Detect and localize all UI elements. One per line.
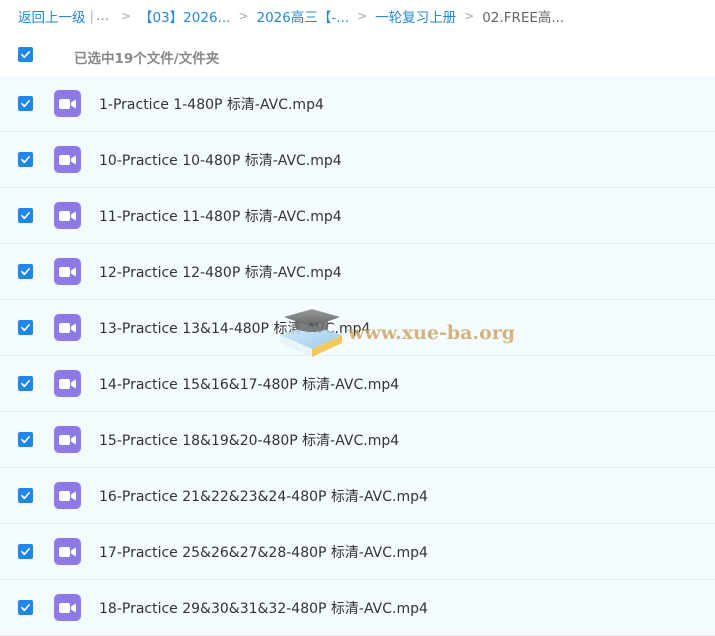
file-name[interactable]: 15-Practice 18&19&20-480P 标清-AVC.mp4 <box>99 430 399 450</box>
breadcrumb-separator: > <box>357 9 368 23</box>
check-icon <box>21 212 30 220</box>
file-checkbox[interactable] <box>18 376 33 391</box>
check-icon <box>21 436 30 444</box>
video-file-icon <box>54 90 81 117</box>
check-icon <box>21 548 30 556</box>
file-row[interactable]: 12-Practice 12-480P 标清-AVC.mp4 <box>0 244 715 300</box>
file-row[interactable]: 13-Practice 13&14-480P 标清-AVC.mp4 <box>0 300 715 356</box>
selection-count: 已选中19个文件/文件夹 <box>74 51 220 67</box>
file-name[interactable]: 1-Practice 1-480P 标清-AVC.mp4 <box>99 94 324 114</box>
breadcrumb-separator: > <box>120 9 131 23</box>
video-file-icon <box>54 370 81 397</box>
selection-header: 已选中19个文件/文件夹 <box>0 36 715 76</box>
file-checkbox[interactable] <box>18 264 33 279</box>
file-name[interactable]: 12-Practice 12-480P 标清-AVC.mp4 <box>99 262 342 282</box>
file-name[interactable]: 14-Practice 15&16&17-480P 标清-AVC.mp4 <box>99 374 399 394</box>
video-file-icon <box>54 146 81 173</box>
file-name[interactable]: 13-Practice 13&14-480P 标清-AVC.mp4 <box>99 318 370 338</box>
breadcrumb-separator: > <box>464 9 475 23</box>
file-row[interactable]: 15-Practice 18&19&20-480P 标清-AVC.mp4 <box>0 412 715 468</box>
breadcrumb-divider: | <box>89 8 95 24</box>
breadcrumb-separator: > <box>238 9 249 23</box>
back-link[interactable]: 返回上一级 <box>18 6 86 26</box>
file-row[interactable]: 1-Practice 1-480P 标清-AVC.mp4 <box>0 76 715 132</box>
file-name[interactable]: 16-Practice 21&22&23&24-480P 标清-AVC.mp4 <box>99 486 428 506</box>
check-icon <box>21 604 30 612</box>
check-icon <box>21 268 30 276</box>
video-file-icon <box>54 426 81 453</box>
video-file-icon <box>54 538 81 565</box>
video-file-icon <box>54 482 81 509</box>
breadcrumb-current: 02.FREE高... <box>482 10 565 26</box>
file-checkbox[interactable] <box>18 488 33 503</box>
file-name[interactable]: 17-Practice 25&26&27&28-480P 标清-AVC.mp4 <box>99 542 428 562</box>
check-icon <box>21 156 30 164</box>
file-checkbox[interactable] <box>18 600 33 615</box>
file-row[interactable]: 18-Practice 29&30&31&32-480P 标清-AVC.mp4 <box>0 580 715 636</box>
file-checkbox[interactable] <box>18 544 33 559</box>
video-file-icon <box>54 594 81 621</box>
file-name[interactable]: 18-Practice 29&30&31&32-480P 标清-AVC.mp4 <box>99 598 428 618</box>
file-row[interactable]: 17-Practice 25&26&27&28-480P 标清-AVC.mp4 <box>0 524 715 580</box>
file-checkbox[interactable] <box>18 152 33 167</box>
video-file-icon <box>54 258 81 285</box>
video-file-icon <box>54 314 81 341</box>
breadcrumb-item[interactable]: 【03】2026... <box>139 6 230 26</box>
check-icon <box>21 324 30 332</box>
check-icon <box>21 380 30 388</box>
check-icon <box>21 492 30 500</box>
file-row[interactable]: 16-Practice 21&22&23&24-480P 标清-AVC.mp4 <box>0 468 715 524</box>
file-checkbox[interactable] <box>18 96 33 111</box>
video-file-icon <box>54 202 81 229</box>
file-row[interactable]: 10-Practice 10-480P 标清-AVC.mp4 <box>0 132 715 188</box>
file-list: 1-Practice 1-480P 标清-AVC.mp4 10-Practice … <box>0 76 715 636</box>
file-name[interactable]: 11-Practice 11-480P 标清-AVC.mp4 <box>99 206 342 226</box>
breadcrumb-item[interactable]: 一轮复习上册 <box>375 6 456 26</box>
file-checkbox[interactable] <box>18 432 33 447</box>
breadcrumb: 返回上一级 | ... > 【03】2026... > 2026高三【-... … <box>0 0 715 32</box>
file-row[interactable]: 14-Practice 15&16&17-480P 标清-AVC.mp4 <box>0 356 715 412</box>
breadcrumb-item[interactable]: 2026高三【-... <box>256 6 349 26</box>
file-checkbox[interactable] <box>18 320 33 335</box>
file-name[interactable]: 10-Practice 10-480P 标清-AVC.mp4 <box>99 150 342 170</box>
breadcrumb-collapsed[interactable]: ... <box>96 8 109 24</box>
file-row[interactable]: 11-Practice 11-480P 标清-AVC.mp4 <box>0 188 715 244</box>
select-all-checkbox[interactable] <box>18 47 33 62</box>
file-checkbox[interactable] <box>18 208 33 223</box>
check-icon <box>21 51 30 59</box>
check-icon <box>21 100 30 108</box>
